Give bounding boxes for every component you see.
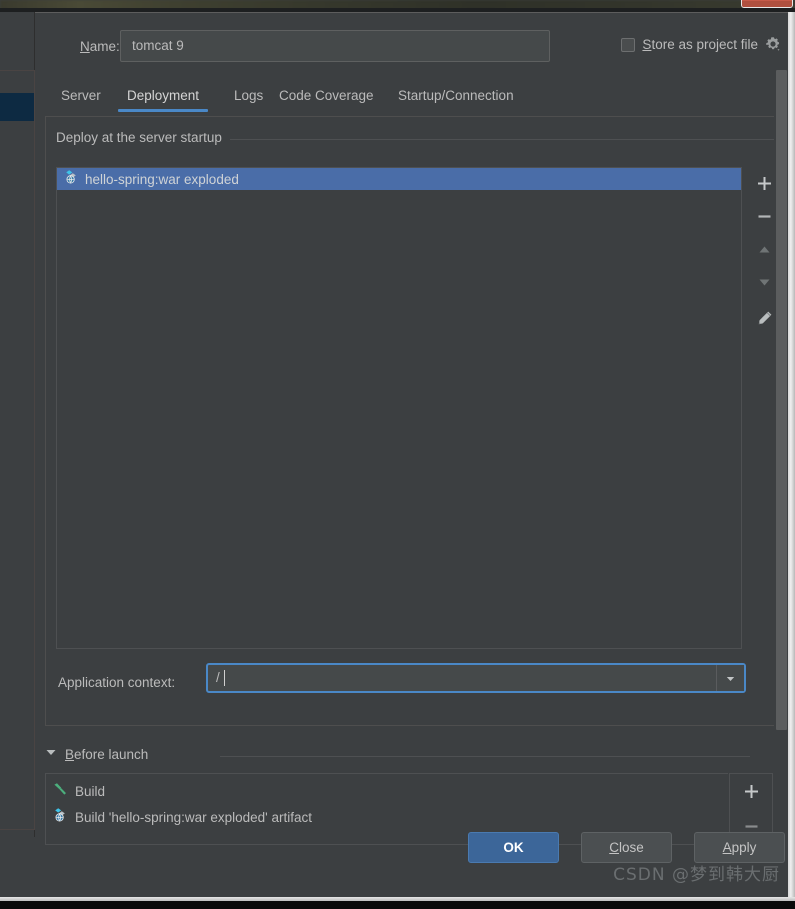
configuration-tree-selected-item[interactable] [0,93,34,121]
apply-button[interactable]: Apply [694,832,785,863]
list-item[interactable]: Build 'hello-spring:war exploded' artifa… [46,804,727,830]
watermark: CSDN @梦到韩大厨 [613,865,780,885]
window-right-border [788,12,795,897]
artifact-icon [52,807,68,828]
tab-deployment[interactable]: Deployment [118,75,209,115]
list-item-label: Build [75,783,106,799]
artifact-icon [63,169,79,190]
add-before-launch-button[interactable] [729,774,773,809]
before-launch-mnemonic: B [65,746,75,762]
dialog-scrollbar[interactable] [774,62,788,752]
tab-logs[interactable]: Logs [225,75,272,115]
tab-bar[interactable]: Server Deployment Logs Code Coverage Sta… [45,75,785,115]
gear-icon[interactable] [765,36,782,53]
store-as-project-file-checkbox[interactable] [621,37,636,52]
name-input-value: tomcat 9 [132,38,184,53]
ok-button[interactable]: OK [468,832,559,863]
window-bottom-border [0,897,795,909]
window-close-icon[interactable] [741,0,793,8]
list-item[interactable]: hello-spring:war exploded [57,168,741,190]
name-label-mnemonic: N [80,39,90,54]
application-context-value: / [216,670,220,685]
name-label-rest: ame: [89,39,120,54]
store-as-project-file-label: Store as project file [642,37,758,52]
tab-code-coverage[interactable]: Code Coverage [270,75,383,115]
list-item[interactable]: Build [46,778,727,804]
before-launch-header[interactable]: Before launch [45,745,148,763]
triangle-down-icon[interactable] [45,745,57,763]
application-context-input[interactable]: / [206,663,746,693]
text-caret [224,670,225,686]
deploy-section-title: Deploy at the server startup [56,130,230,145]
name-row: Name: tomcat 9 Store as project file [45,30,785,66]
tab-startup-connection[interactable]: Startup/Connection [389,75,523,115]
left-tool-panel [0,12,35,837]
dialog-body: Name: tomcat 9 Store as project file Ser… [35,12,795,897]
before-launch-rule [220,756,750,757]
store-label-rest: tore as project file [651,37,758,52]
close-button[interactable]: Close [581,832,672,863]
name-input[interactable]: tomcat 9 [120,30,550,62]
deployment-panel: Deploy at the server startup hello-sprin… [45,116,785,726]
list-item-label: Build 'hello-spring:war exploded' artifa… [75,809,313,825]
dialog-button-bar: OK Close Apply [468,832,785,863]
deployment-list[interactable]: hello-spring:war exploded [56,167,742,649]
chevron-down-icon[interactable] [716,665,744,691]
name-label: Name: [80,39,120,54]
list-item-label: hello-spring:war exploded [85,171,239,187]
before-launch-title-rest: efore launch [74,746,149,762]
build-hammer-icon [52,781,68,802]
application-context-label: Application context: [58,675,176,690]
configuration-tree[interactable] [0,70,35,830]
before-launch-title: Before launch [65,747,148,762]
tab-server[interactable]: Server [52,75,110,115]
store-as-project-file-row[interactable]: Store as project file [621,36,782,53]
dialog-scrollbar-thumb[interactable] [776,70,787,730]
run-debug-configurations-dialog: Name: tomcat 9 Store as project file Ser… [0,0,795,909]
